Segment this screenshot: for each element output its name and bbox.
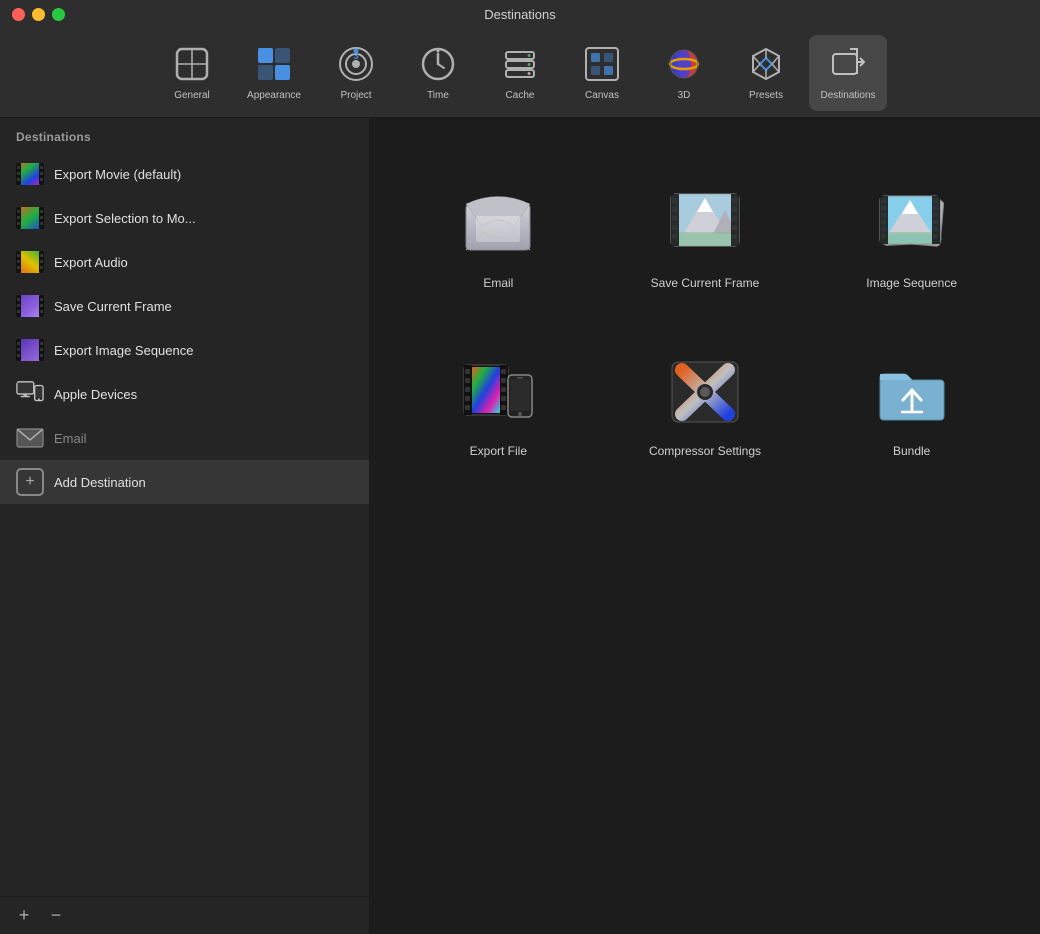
- toolbar-presets-label: Presets: [749, 90, 783, 101]
- general-icon: [172, 44, 212, 84]
- toolbar-item-appearance[interactable]: Appearance: [235, 35, 313, 111]
- toolbar-item-presets[interactable]: Presets: [727, 35, 805, 111]
- email-large-icon: [458, 184, 538, 264]
- destinations-icon: [828, 44, 868, 84]
- toolbar: General Appearance 3 Project: [0, 28, 1040, 118]
- sidebar-item-export-audio[interactable]: Export Audio: [0, 240, 369, 284]
- sidebar-header: Destinations: [0, 118, 369, 152]
- sidebar-item-export-selection[interactable]: Export Selection to Mo...: [0, 196, 369, 240]
- window-title: Destinations: [484, 7, 556, 22]
- toolbar-appearance-label: Appearance: [247, 90, 301, 101]
- email-sidebar-icon: [16, 424, 44, 452]
- save-frame-large-icon: [665, 184, 745, 264]
- image-sequence-large-icon: [872, 184, 952, 264]
- destination-bundle-label: Bundle: [893, 444, 930, 458]
- toolbar-item-canvas[interactable]: Canvas: [563, 35, 641, 111]
- destination-card-email[interactable]: Email: [410, 168, 587, 306]
- sidebar-item-export-image-sequence[interactable]: Export Image Sequence: [0, 328, 369, 372]
- sidebar-save-frame-label: Save Current Frame: [54, 299, 172, 314]
- sidebar-item-email[interactable]: Email: [0, 416, 369, 460]
- toolbar-item-time[interactable]: Time: [399, 35, 477, 111]
- time-icon: [418, 44, 458, 84]
- destination-card-compressor[interactable]: Compressor Settings: [617, 336, 794, 474]
- close-button[interactable]: [12, 8, 25, 21]
- destination-image-seq-label: Image Sequence: [866, 276, 957, 290]
- sidebar-export-image-seq-label: Export Image Sequence: [54, 343, 193, 358]
- appearance-icon: [254, 44, 294, 84]
- film-strip-icon: [16, 160, 44, 188]
- export-file-large-icon: [458, 352, 538, 432]
- destination-card-bundle[interactable]: Bundle: [823, 336, 1000, 474]
- film-strip-icon-3: [16, 248, 44, 276]
- add-destination-icon: +: [16, 468, 44, 496]
- destination-compressor-label: Compressor Settings: [649, 444, 761, 458]
- threed-icon: [664, 44, 704, 84]
- toolbar-item-destinations[interactable]: Destinations: [809, 35, 887, 111]
- destination-grid: Email: [400, 148, 1010, 494]
- toolbar-destinations-label: Destinations: [820, 90, 875, 101]
- sidebar-footer: + −: [0, 896, 369, 934]
- toolbar-3d-label: 3D: [678, 90, 691, 101]
- destination-card-image-sequence[interactable]: Image Sequence: [823, 168, 1000, 306]
- toolbar-cache-label: Cache: [506, 90, 535, 101]
- toolbar-canvas-label: Canvas: [585, 90, 619, 101]
- compressor-large-icon: [665, 352, 745, 432]
- sidebar-item-save-current-frame[interactable]: Save Current Frame: [0, 284, 369, 328]
- sidebar-item-add-destination[interactable]: + Add Destination: [0, 460, 369, 504]
- canvas-icon: [582, 44, 622, 84]
- destination-card-export-file[interactable]: Export File: [410, 336, 587, 474]
- traffic-lights[interactable]: [12, 8, 65, 21]
- remove-item-button[interactable]: −: [44, 904, 68, 928]
- toolbar-time-label: Time: [427, 90, 449, 101]
- toolbar-item-project[interactable]: 3 Project: [317, 35, 395, 111]
- sidebar-export-audio-label: Export Audio: [54, 255, 128, 270]
- destination-card-save-frame[interactable]: Save Current Frame: [617, 168, 794, 306]
- maximize-button[interactable]: [52, 8, 65, 21]
- sidebar-add-destination-label: Add Destination: [54, 475, 146, 490]
- sidebar-export-movie-label: Export Movie (default): [54, 167, 181, 182]
- sidebar-export-selection-label: Export Selection to Mo...: [54, 211, 196, 226]
- project-icon: 3: [336, 44, 376, 84]
- main-panel: Email: [370, 118, 1040, 934]
- destination-export-file-label: Export File: [470, 444, 527, 458]
- sidebar-list: Export Movie (default): [0, 152, 369, 896]
- film-strip-icon-2: [16, 204, 44, 232]
- sidebar-item-apple-devices[interactable]: Apple Devices: [0, 372, 369, 416]
- frame-icon: [16, 292, 44, 320]
- sidebar-email-label: Email: [54, 431, 87, 446]
- toolbar-project-label: Project: [340, 90, 371, 101]
- cache-icon: [500, 44, 540, 84]
- titlebar: Destinations: [0, 0, 1040, 28]
- toolbar-general-label: General: [174, 90, 210, 101]
- destination-email-label: Email: [483, 276, 513, 290]
- minimize-button[interactable]: [32, 8, 45, 21]
- toolbar-item-3d[interactable]: 3D: [645, 35, 723, 111]
- add-item-button[interactable]: +: [12, 904, 36, 928]
- sidebar: Destinations: [0, 118, 370, 934]
- destination-save-frame-label: Save Current Frame: [651, 276, 760, 290]
- frame-icon-2: [16, 336, 44, 364]
- bundle-large-icon: [872, 352, 952, 432]
- sidebar-apple-devices-label: Apple Devices: [54, 387, 137, 402]
- main-content: Destinations: [0, 118, 1040, 934]
- toolbar-item-general[interactable]: General: [153, 35, 231, 111]
- presets-icon: [746, 44, 786, 84]
- apple-device-icon: [16, 380, 44, 408]
- toolbar-item-cache[interactable]: Cache: [481, 35, 559, 111]
- sidebar-item-export-movie[interactable]: Export Movie (default): [0, 152, 369, 196]
